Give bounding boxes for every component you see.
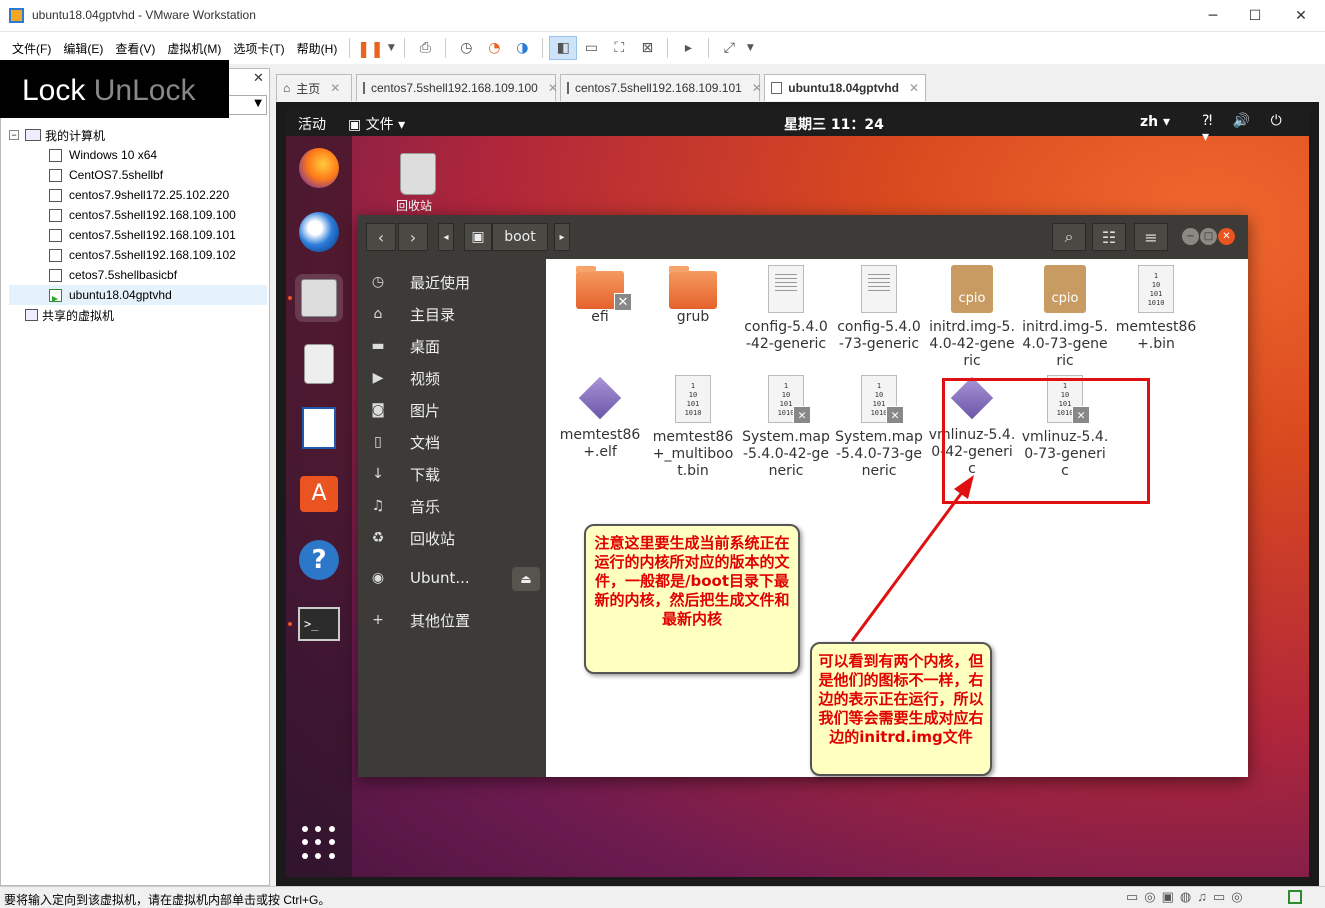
tree-vm-item[interactable]: centos7.5shell192.168.109.101 bbox=[9, 225, 267, 245]
toolbar-separator bbox=[708, 38, 710, 58]
snapshot-icon[interactable]: ◷ bbox=[452, 36, 480, 60]
full-screen-icon[interactable]: ⛶ bbox=[605, 36, 633, 60]
tab-centos-100[interactable]: centos7.5shell192.168.109.100 ✕ bbox=[356, 74, 558, 101]
send-ctrl-alt-del-icon[interactable]: ⎙ bbox=[411, 36, 439, 60]
tab-bar: ⌂ 主页 ✕ centos7.5shell192.168.109.100 ✕ cent… bbox=[276, 74, 930, 102]
vm-label: centos7.5shell192.168.109.101 bbox=[69, 228, 236, 242]
console-view-icon[interactable]: ▸ bbox=[674, 36, 702, 60]
tree-vm-item-selected[interactable]: ubuntu18.04gptvhd bbox=[9, 285, 267, 305]
title-bar: ubuntu18.04gptvhd - VMware Workstation ─… bbox=[0, 0, 1325, 32]
menu-help[interactable]: 帮助(H) bbox=[291, 40, 344, 57]
show-library-icon[interactable]: ◧ bbox=[549, 36, 578, 60]
vm-icon bbox=[49, 248, 62, 262]
vm-icon bbox=[49, 168, 62, 182]
thumbnail-bar-icon[interactable]: ▭ bbox=[577, 36, 605, 60]
tab-centos-101[interactable]: centos7.5shell192.168.109.101 ✕ bbox=[560, 74, 762, 101]
collapse-icon[interactable]: − bbox=[9, 130, 19, 140]
vm-icon bbox=[49, 268, 62, 282]
vm-label: cetos7.5shellbasicbf bbox=[69, 268, 178, 282]
running-vm-icon bbox=[49, 288, 62, 302]
library-close-icon[interactable]: ✕ bbox=[253, 71, 264, 86]
close-icon[interactable]: ✕ bbox=[909, 81, 919, 95]
close-icon[interactable]: ✕ bbox=[548, 81, 558, 95]
toolbar-separator bbox=[542, 38, 544, 58]
vm-label: Windows 10 x64 bbox=[69, 148, 158, 162]
tab-ubuntu[interactable]: ubuntu18.04gptvhd ✕ bbox=[764, 74, 926, 101]
toolbar-separator bbox=[667, 38, 669, 58]
tree-root-label: 我的计算机 bbox=[45, 128, 106, 143]
unlock-label: UnLock bbox=[93, 74, 196, 107]
vm-label: ubuntu18.04gptvhd bbox=[69, 288, 172, 302]
close-icon[interactable]: ✕ bbox=[752, 81, 762, 95]
vm-icon bbox=[49, 188, 62, 202]
tree-vm-item[interactable]: centos7.9shell172.25.102.220 bbox=[9, 185, 267, 205]
vm-tab-icon bbox=[363, 82, 365, 94]
status-message: 要将输入定向到该虚拟机，请在虚拟机内部单击或按 Ctrl+G。 bbox=[4, 893, 331, 907]
tab-label: 主页 bbox=[296, 81, 321, 96]
computer-icon bbox=[25, 129, 41, 141]
menu-file[interactable]: 文件(F) bbox=[6, 40, 57, 57]
close-icon[interactable]: ✕ bbox=[330, 81, 340, 95]
toolbar-separator bbox=[404, 38, 406, 58]
vm-console[interactable]: 活动 ▣ 文件 ▾ 星期三 11：24 zh ▾ ⁈ 🔊 ⏻ ▾ A ? >_ … bbox=[276, 102, 1319, 886]
close-button[interactable]: ✕ bbox=[1278, 0, 1324, 32]
home-icon: ⌂ bbox=[283, 81, 291, 95]
vm-running-icon bbox=[1288, 890, 1302, 904]
tree-vm-item[interactable]: CentOS7.5shellbf bbox=[9, 165, 267, 185]
status-bar: 要将输入定向到该虚拟机，请在虚拟机内部单击或按 Ctrl+G。 ▭◎▣◍♫▭◎ bbox=[0, 886, 1325, 908]
vm-icon bbox=[49, 228, 62, 242]
shared-vms-label: 共享的虚拟机 bbox=[42, 308, 115, 323]
lock-label: Lock bbox=[22, 74, 86, 107]
vm-tab-icon bbox=[567, 82, 569, 94]
tree-root-my-computer[interactable]: − 我的计算机 bbox=[9, 125, 267, 145]
snapshot-manager-icon[interactable]: ◑ bbox=[508, 36, 536, 60]
maximize-button[interactable]: ☐ bbox=[1232, 0, 1278, 32]
vm-icon bbox=[49, 208, 62, 222]
menu-edit[interactable]: 编辑(E) bbox=[57, 40, 109, 57]
window-title: ubuntu18.04gptvhd - VMware Workstation bbox=[32, 8, 256, 22]
vm-label: centos7.5shell192.168.109.102 bbox=[69, 248, 236, 262]
chevron-down-icon[interactable]: ▼ bbox=[254, 98, 262, 109]
tree-vm-item[interactable]: centos7.5shell192.168.109.102 bbox=[9, 245, 267, 265]
shared-vm-icon bbox=[25, 309, 38, 321]
tree-vm-item[interactable]: centos7.5shell192.168.109.100 bbox=[9, 205, 267, 225]
tree-vm-item[interactable]: Windows 10 x64 bbox=[9, 145, 267, 165]
pause-dropdown-icon[interactable]: ▼ bbox=[384, 36, 398, 60]
vm-tree: − 我的计算机 Windows 10 x64 CentOS7.5shellbf c… bbox=[9, 125, 267, 325]
menu-tabs[interactable]: 选项卡(T) bbox=[227, 40, 290, 57]
callout-left-note: 注意这里要生成当前系统正在运行的内核所对应的版本的文件，一般都是/boot目录下… bbox=[584, 524, 800, 674]
toolbar-separator bbox=[349, 38, 351, 58]
vmware-app-icon bbox=[9, 8, 24, 23]
ubuntu-desktop[interactable]: 活动 ▣ 文件 ▾ 星期三 11：24 zh ▾ ⁈ 🔊 ⏻ ▾ A ? >_ … bbox=[286, 109, 1309, 877]
tab-home[interactable]: ⌂ 主页 ✕ bbox=[276, 74, 352, 101]
menu-view[interactable]: 查看(V) bbox=[109, 40, 161, 57]
vm-label: CentOS7.5shellbf bbox=[69, 168, 164, 182]
vm-label: centos7.9shell172.25.102.220 bbox=[69, 188, 230, 202]
library-panel: ✕ ▼ − 我的计算机 Windows 10 x64 CentOS7.5shell… bbox=[0, 68, 270, 886]
revert-snapshot-icon[interactable]: ◔ bbox=[480, 36, 508, 60]
unity-icon[interactable]: ⊠ bbox=[633, 36, 661, 60]
callout-right-note: 可以看到有两个内核，但是他们的图标不一样，右边的表示正在运行，所以我们等会需要生… bbox=[810, 642, 992, 776]
tab-label: centos7.5shell192.168.109.100 bbox=[371, 81, 538, 95]
tree-shared-vms[interactable]: 共享的虚拟机 bbox=[9, 305, 267, 325]
tab-label: ubuntu18.04gptvhd bbox=[788, 81, 899, 95]
pause-icon[interactable]: ❚❚ bbox=[356, 36, 384, 60]
minimize-button[interactable]: ─ bbox=[1190, 0, 1236, 32]
annotation-arrow bbox=[850, 475, 974, 642]
vm-icon bbox=[49, 148, 62, 162]
toolbar-separator bbox=[445, 38, 447, 58]
device-status-icons[interactable]: ▭◎▣◍♫▭◎ bbox=[1126, 889, 1249, 905]
tree-vm-item[interactable]: cetos7.5shellbasicbf bbox=[9, 265, 267, 285]
lock-unlock-overlay: Lock UnLock bbox=[0, 60, 229, 118]
vm-label: centos7.5shell192.168.109.100 bbox=[69, 208, 236, 222]
tab-label: centos7.5shell192.168.109.101 bbox=[575, 81, 742, 95]
vm-tab-icon bbox=[771, 82, 783, 94]
menu-vm[interactable]: 虚拟机(M) bbox=[161, 40, 227, 57]
stretch-view-icon[interactable]: ⤢ bbox=[715, 36, 743, 60]
stretch-dropdown-icon[interactable]: ▼ bbox=[743, 36, 757, 60]
